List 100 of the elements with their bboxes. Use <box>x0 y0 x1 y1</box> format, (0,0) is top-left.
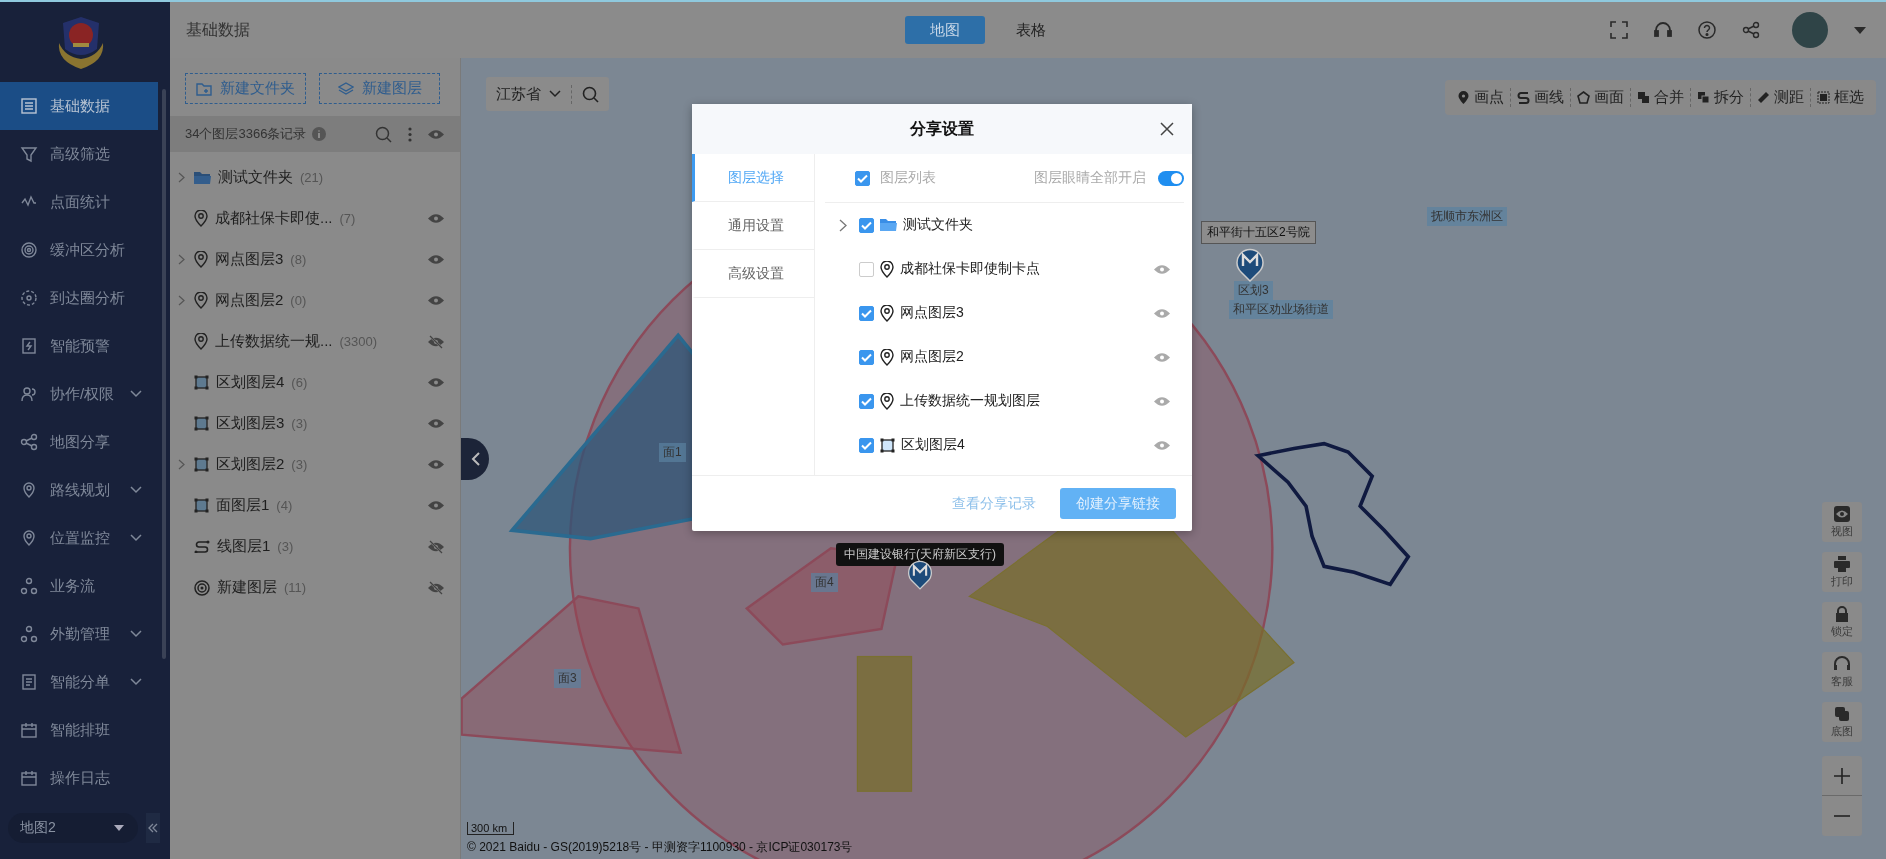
checkbox[interactable] <box>859 217 874 233</box>
draw-tool-button[interactable]: 框选 <box>1811 88 1870 107</box>
fullscreen-icon[interactable] <box>1610 21 1628 39</box>
toggle-switch[interactable] <box>1158 170 1184 186</box>
sidebar-item[interactable]: 到达圈分析 <box>0 274 158 322</box>
sidebar-item[interactable]: 协作/权限 <box>0 370 158 418</box>
eye-icon[interactable] <box>1154 263 1170 275</box>
map-side-button[interactable]: 锁定 <box>1822 602 1862 642</box>
close-button[interactable] <box>1160 122 1174 136</box>
draw-tool-button[interactable]: 画点 <box>1451 88 1511 107</box>
location-pin-icon <box>194 210 208 227</box>
checkbox[interactable] <box>859 261 874 277</box>
checkbox[interactable] <box>855 170 870 186</box>
avatar[interactable] <box>1792 12 1828 48</box>
draw-tool-button[interactable]: 画面 <box>1571 88 1631 107</box>
location-pin-icon <box>194 251 208 268</box>
map-side-button[interactable]: 底图 <box>1822 702 1862 742</box>
help-icon[interactable] <box>1698 21 1716 39</box>
pin-icon <box>20 481 38 499</box>
eye-icon[interactable] <box>428 213 444 224</box>
map-side-button[interactable]: 视图 <box>1822 502 1862 542</box>
eye-icon[interactable] <box>428 377 444 388</box>
eye-off-icon[interactable] <box>428 334 444 349</box>
draw-tool-button[interactable]: 测距 <box>1751 88 1811 107</box>
nodes-icon <box>20 625 38 643</box>
page-title: 基础数据 <box>186 19 250 40</box>
search-icon[interactable] <box>582 85 599 103</box>
draw-tool-button[interactable]: 拆分 <box>1691 88 1751 107</box>
eye-icon[interactable] <box>428 254 444 265</box>
chevron-right-icon[interactable] <box>839 218 847 232</box>
map-shape-label: 面3 <box>554 669 581 688</box>
eye-icon[interactable] <box>428 418 444 429</box>
eye-icon[interactable] <box>428 295 444 306</box>
printer-icon <box>1833 555 1851 572</box>
map-select[interactable]: 地图2 <box>8 813 138 843</box>
headset-icon[interactable] <box>1654 21 1672 39</box>
eye-icon[interactable] <box>1154 439 1170 451</box>
checkbox[interactable] <box>859 305 874 321</box>
map-marker-icon[interactable] <box>1234 246 1266 282</box>
share-icon[interactable] <box>1742 21 1760 39</box>
previous-arrow-button[interactable] <box>461 438 489 480</box>
more-icon[interactable] <box>408 126 412 142</box>
settings-tab[interactable]: 图层选择 <box>692 154 814 202</box>
polygon-region-icon <box>194 375 209 390</box>
sidebar-item[interactable]: 路线规划 <box>0 466 158 514</box>
sidebar-item[interactable]: 位置监控 <box>0 514 158 562</box>
eye-icon[interactable] <box>428 128 444 140</box>
checkbox[interactable] <box>859 437 874 453</box>
layer-name: 测试文件夹 <box>903 216 973 234</box>
map-side-button[interactable]: 打印 <box>1822 552 1862 592</box>
sidebar-item[interactable]: 业务流 <box>0 562 158 610</box>
sidebar-item[interactable]: 地图分享 <box>0 418 158 466</box>
location-pin-icon <box>880 392 894 410</box>
view-tab[interactable]: 表格 <box>991 16 1071 44</box>
circle-icon <box>20 289 38 307</box>
sidebar-item[interactable]: 智能排班 <box>0 706 158 754</box>
sidebar-item[interactable]: 点面统计 <box>0 178 158 226</box>
settings-tab[interactable]: 通用设置 <box>692 202 814 250</box>
chevron-right-icon[interactable] <box>178 172 185 183</box>
chevron-right-icon[interactable] <box>178 295 185 306</box>
layer-name: 成都社保卡即使制卡点 <box>900 260 1040 278</box>
scrollbar[interactable] <box>162 89 166 659</box>
eye-icon[interactable] <box>1154 351 1170 363</box>
sidebar-item[interactable]: 智能分单 <box>0 658 158 706</box>
draw-tool-button[interactable]: 画线 <box>1511 88 1571 107</box>
eye-icon[interactable] <box>428 500 444 511</box>
sidebar-item[interactable]: 智能预警 <box>0 322 158 370</box>
draw-tool-button[interactable]: 合并 <box>1631 88 1691 107</box>
map-tooltip: 中国建设银行(天府新区支行) <box>836 543 1004 566</box>
folder-icon <box>194 170 211 185</box>
layer-summary: 34个图层3366条记录 <box>185 125 307 143</box>
map-shape-label: 面1 <box>659 443 686 462</box>
eye-off-icon[interactable] <box>428 539 444 554</box>
eye-icon[interactable] <box>1154 395 1170 407</box>
chevron-right-icon[interactable] <box>178 459 185 470</box>
eye-off-icon[interactable] <box>428 580 444 595</box>
eye-icon[interactable] <box>428 459 444 470</box>
split-icon <box>1697 91 1710 104</box>
layer-name: 网点图层3 <box>215 250 284 269</box>
search-icon[interactable] <box>375 125 392 143</box>
sidebar-item[interactable]: 缓冲区分析 <box>0 226 158 274</box>
view-tab[interactable]: 地图 <box>905 16 985 44</box>
location-pin-icon <box>194 333 208 350</box>
polygon-region-icon <box>194 498 209 513</box>
region-dropdown[interactable]: 江苏省 <box>496 84 572 104</box>
sidebar-item[interactable]: 基础数据 <box>0 82 158 130</box>
eye-icon[interactable] <box>1154 307 1170 319</box>
sidebar-item[interactable]: 外勤管理 <box>0 610 158 658</box>
dropdown-caret-icon[interactable] <box>1854 26 1866 34</box>
checkbox[interactable] <box>859 393 874 409</box>
map-side-button[interactable]: 客服 <box>1822 652 1862 692</box>
settings-tab[interactable]: 高级设置 <box>692 250 814 298</box>
collapse-sidebar-button[interactable] <box>146 813 160 843</box>
chevron-right-icon[interactable] <box>178 254 185 265</box>
layer-name: 新建图层 <box>217 578 277 597</box>
sidebar-item[interactable]: 操作日志 <box>0 754 158 802</box>
users-icon <box>20 385 38 403</box>
location-pin-icon <box>880 260 894 278</box>
sidebar-item[interactable]: 高级筛选 <box>0 130 158 178</box>
checkbox[interactable] <box>859 349 874 365</box>
